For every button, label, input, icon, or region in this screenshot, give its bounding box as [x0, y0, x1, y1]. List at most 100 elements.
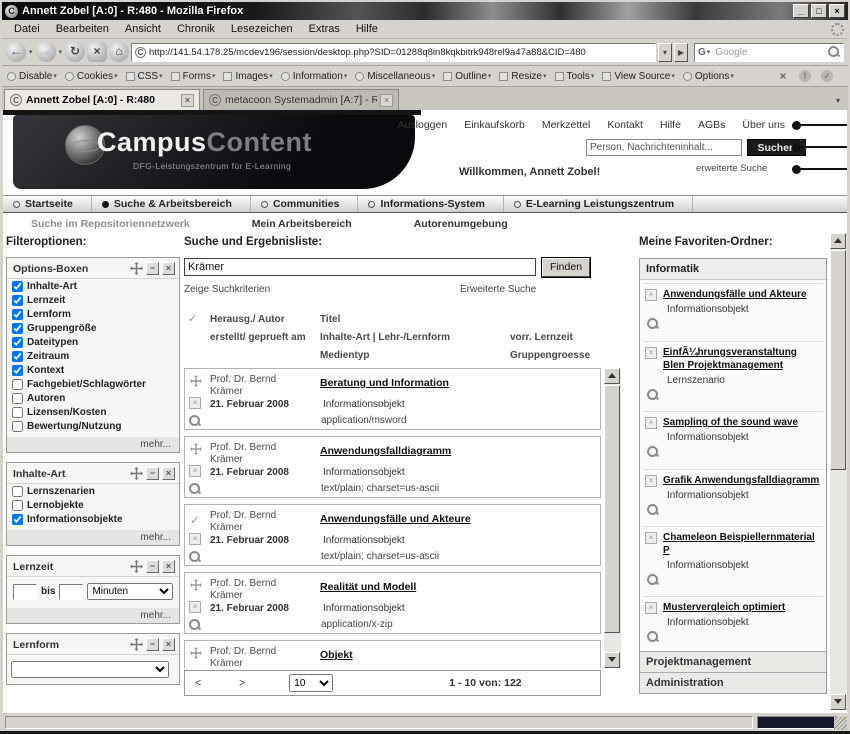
filter-option[interactable]: Kontext — [7, 363, 179, 377]
url-bar[interactable]: C http://141.54.178.25/mcdev196/session/… — [131, 43, 656, 62]
folder-projektmanagement[interactable]: Projektmanagement — [640, 651, 826, 672]
nav-communities[interactable]: Communities — [251, 196, 359, 212]
favorite-title-link[interactable]: Sampling of the sound wave — [663, 416, 821, 429]
remove-icon[interactable]: × — [645, 602, 657, 614]
move-icon[interactable] — [130, 467, 143, 480]
link-hilfe[interactable]: Hilfe — [660, 119, 681, 131]
checkbox[interactable] — [12, 500, 23, 511]
devbar-info-icon[interactable]: ! — [799, 70, 811, 82]
tab-annett-zobel[interactable]: C Annett Zobel [A:0] - R:480 × — [4, 89, 200, 110]
result-title-link[interactable]: Anwendungsfälle und Akteure — [320, 513, 471, 525]
favorite-title-link[interactable]: Mustervergleich optimiert — [663, 601, 821, 614]
checkbox[interactable] — [12, 351, 23, 362]
result-row[interactable]: ✓ × Prof. Dr. Bernd Krämer Objekt — [184, 640, 601, 668]
engine-dropdown-icon[interactable]: ▾ — [707, 48, 711, 56]
back-dropdown-icon[interactable]: ▾ — [29, 48, 33, 56]
lernzeit-unit-select[interactable]: Minuten — [87, 583, 173, 600]
magnifier-icon[interactable] — [647, 631, 659, 643]
devbar-outline[interactable]: Outline▾ — [443, 71, 492, 82]
magnifier-icon[interactable] — [647, 389, 659, 401]
scroll-down-button[interactable] — [830, 694, 846, 710]
result-row[interactable]: ✓ × Prof. Dr. Bernd Krämer 21. Februar 2… — [184, 504, 601, 566]
favorite-item[interactable]: × Anwendungsfälle und Akteure Informatio… — [643, 283, 823, 338]
magnifier-icon[interactable] — [189, 619, 201, 631]
result-row[interactable]: ✓ × Prof. Dr. Bernd Krämer 21. Februar 2… — [184, 368, 601, 430]
scrollbar-thumb[interactable] — [604, 385, 620, 633]
minimize-panel-icon[interactable]: − — [146, 560, 159, 573]
column-type[interactable]: Inhalte-Art | Lehr-/Lernform — [320, 332, 450, 343]
devbar-viewsource[interactable]: View Source▾ — [602, 71, 675, 82]
result-title-link[interactable]: Anwendungsfalldiagramm — [320, 445, 451, 457]
google-icon[interactable]: G — [698, 47, 706, 58]
url-dropdown-button[interactable]: ▾ — [658, 43, 672, 62]
forward-button[interactable]: → — [36, 42, 56, 62]
result-row[interactable]: ✓ × Prof. Dr. Bernd Krämer 21. Februar 2… — [184, 572, 601, 634]
favorite-title-link[interactable]: Anwendungsfälle und Akteure — [663, 288, 821, 301]
favorite-item[interactable]: × EinfÃ¼hrungsveranstaltung Blen Projekt… — [643, 341, 823, 408]
erweiterte-suche-link[interactable]: erweiterte Suche — [696, 163, 767, 174]
filter-option[interactable]: Lizensen/Kosten — [7, 405, 179, 419]
tab-close-icon[interactable]: × — [181, 94, 194, 107]
move-icon[interactable] — [130, 638, 143, 651]
filter-option[interactable]: Inhalte-Art — [7, 279, 179, 293]
scroll-up-button[interactable] — [830, 233, 846, 249]
resize-grip[interactable] — [834, 717, 847, 730]
remove-icon[interactable]: × — [645, 475, 657, 487]
favorite-item[interactable]: × Sampling of the sound wave Information… — [643, 411, 823, 466]
campuscontent-logo[interactable]: CampusContent DFG-Leistungszentrum für E… — [13, 115, 415, 189]
devbar-images[interactable]: Images▾ — [223, 71, 273, 82]
favorite-title-link[interactable]: EinfÃ¼hrungsveranstaltung Blen Projektma… — [663, 346, 821, 372]
close-panel-icon[interactable]: × — [162, 467, 175, 480]
magnifier-icon[interactable] — [189, 551, 201, 563]
link-agbs[interactable]: AGBs — [698, 119, 725, 131]
stop-button[interactable]: × — [87, 42, 107, 62]
nav-informations-system[interactable]: Informations-System — [358, 196, 503, 212]
checkbox[interactable] — [12, 393, 23, 404]
scrollbar-thumb[interactable] — [830, 250, 846, 470]
column-gruppengroesse[interactable]: Gruppengroesse — [510, 350, 590, 361]
minimize-panel-icon[interactable]: − — [146, 467, 159, 480]
devbar-forms[interactable]: Forms▾ — [171, 71, 217, 82]
result-row[interactable]: ✓ × Prof. Dr. Bernd Krämer 21. Februar 2… — [184, 436, 601, 498]
move-icon[interactable] — [130, 560, 143, 573]
filter-option[interactable]: Gruppengröße — [7, 321, 179, 335]
nav-suche-arbeitsbereich[interactable]: Suche & Arbeitsbereich — [92, 196, 251, 212]
favorite-title-link[interactable]: Chameleon Beispiellernmaterial P — [663, 531, 821, 557]
remove-icon[interactable]: × — [645, 289, 657, 301]
home-button[interactable]: ⌂ — [109, 42, 129, 62]
result-title-link[interactable]: Realität und Modell — [320, 581, 416, 593]
devbar-close-icon[interactable]: × — [777, 70, 789, 82]
back-button[interactable]: ← — [6, 42, 26, 62]
search-icon[interactable] — [828, 46, 840, 58]
column-created[interactable]: erstellt/ geprueft am — [210, 332, 306, 343]
filter-option[interactable]: Autoren — [7, 391, 179, 405]
next-page-button[interactable]: > — [239, 677, 245, 689]
remove-icon[interactable]: × — [189, 533, 201, 545]
url-text[interactable]: http://141.54.178.25/mcdev196/session/de… — [149, 47, 586, 58]
favorite-title-link[interactable]: Grafik Anwendungsfalldiagramm — [663, 474, 821, 487]
filter-option[interactable]: Lernobjekte — [7, 498, 179, 512]
checkbox[interactable] — [12, 337, 23, 348]
folder-informatik[interactable]: Informatik — [640, 259, 826, 280]
mehr-link[interactable]: mehr... — [7, 608, 179, 623]
filter-option[interactable]: Lernzeit — [7, 293, 179, 307]
menu-extras[interactable]: Extras — [301, 21, 348, 37]
checkbox[interactable] — [12, 379, 23, 390]
magnifier-icon[interactable] — [647, 574, 659, 586]
mehr-link[interactable]: mehr... — [7, 530, 179, 545]
remove-icon[interactable]: × — [189, 601, 201, 613]
magnifier-icon[interactable] — [647, 318, 659, 330]
column-lernzeit[interactable]: vorr. Lernzeit — [510, 332, 573, 343]
page-size-select[interactable]: 10 — [289, 674, 333, 692]
link-einkaufskorb[interactable]: Einkaufskorb — [464, 119, 525, 131]
menu-hilfe[interactable]: Hilfe — [348, 21, 386, 37]
lernzeit-to-input[interactable] — [59, 584, 83, 600]
remove-icon[interactable]: × — [189, 397, 201, 409]
checkbox[interactable] — [12, 514, 23, 525]
subnav-suche-repositoriennetzwerk[interactable]: Suche im Repositoriennetzwerk — [31, 218, 190, 230]
filter-option[interactable]: Dateitypen — [7, 335, 179, 349]
reload-button[interactable]: ↻ — [65, 42, 85, 62]
scroll-up-button[interactable] — [604, 368, 620, 384]
close-panel-icon[interactable]: × — [162, 262, 175, 275]
tab-close-icon[interactable]: × — [380, 94, 393, 107]
